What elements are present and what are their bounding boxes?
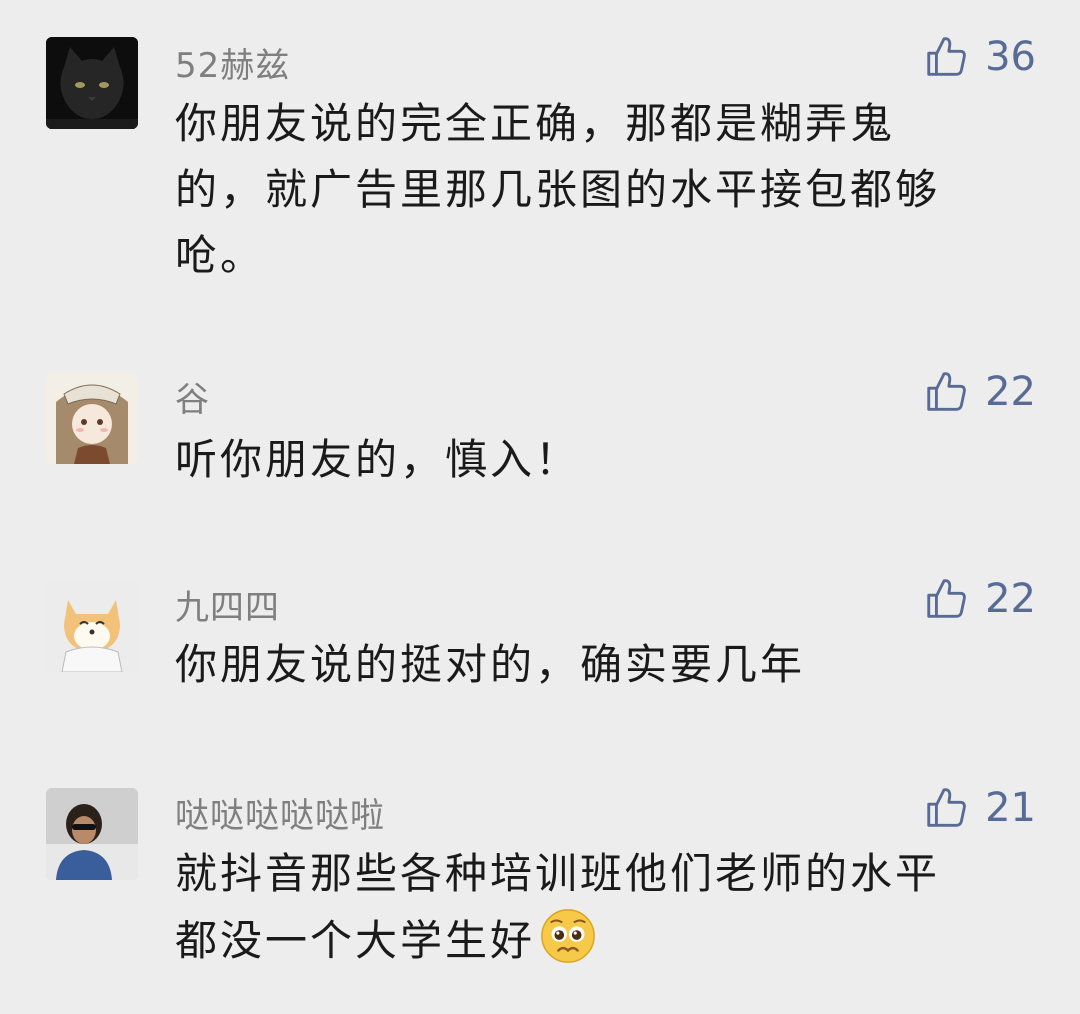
comment-text: 你朋友说的挺对的，确实要几年 <box>175 640 806 689</box>
like-count: 22 <box>985 369 1036 415</box>
username[interactable]: 九四四 <box>175 580 280 629</box>
avatar[interactable] <box>46 580 138 672</box>
avatar[interactable] <box>46 372 138 464</box>
username[interactable]: 谷 <box>175 372 210 421</box>
comment-text: 你朋友说的完全正确，那都是糊弄鬼 的，就广告里那几张图的水平接包都够 呛。 <box>175 99 941 280</box>
username[interactable]: 52赫兹 <box>175 38 290 87</box>
like-button[interactable]: 36 <box>923 31 1036 83</box>
thumbs-up-icon <box>927 579 966 618</box>
avatar[interactable] <box>46 788 138 880</box>
thumbs-up-icon <box>927 37 966 76</box>
thumbs-up-icon <box>927 372 966 411</box>
like-button[interactable]: 22 <box>923 366 1036 418</box>
thumbs-up-icon <box>927 788 966 827</box>
like-count: 36 <box>985 34 1036 80</box>
username[interactable]: 哒哒哒哒哒啦 <box>175 788 385 837</box>
pleading-face-emoji-icon <box>541 909 595 963</box>
like-count: 21 <box>985 785 1036 831</box>
like-count: 22 <box>985 576 1036 622</box>
like-button[interactable]: 22 <box>923 573 1036 625</box>
like-button[interactable]: 21 <box>923 782 1036 834</box>
comment-text: 听你朋友的，慎入！ <box>175 435 581 484</box>
avatar[interactable] <box>46 37 138 129</box>
comment-text: 就抖音那些各种培训班他们老师的水平 都没一个大学生好 <box>175 841 1015 974</box>
